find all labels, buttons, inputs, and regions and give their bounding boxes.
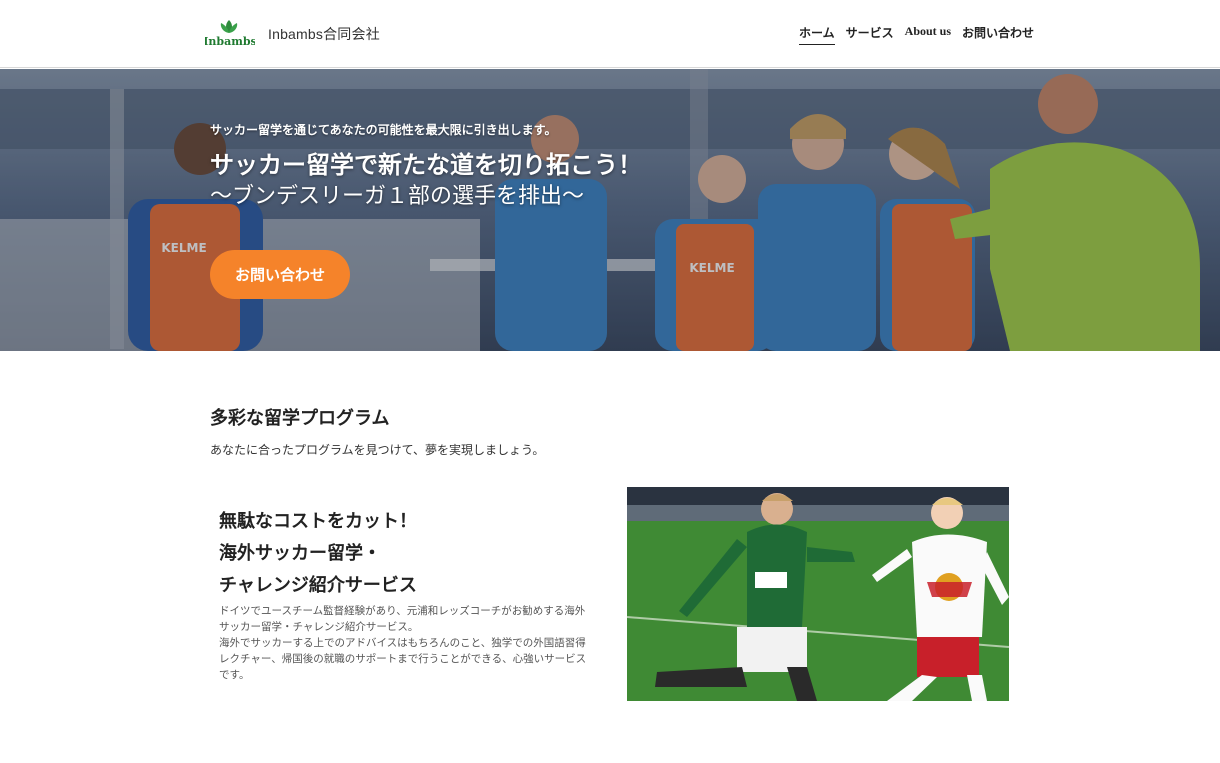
feature-body-line: ドイツでユースチーム監督経験があり、元浦和レッズコーチがお勧めする海外 bbox=[219, 605, 586, 617]
feature-title-line: 無駄なコストをカット！ bbox=[219, 511, 417, 532]
feature-body-line: 海外でサッカーする上でのアドバイスはもちろんのこと、独学での外国語習得 bbox=[219, 637, 586, 649]
hero-overlay bbox=[0, 69, 1220, 351]
site-header: Inbambs Inbambs合同会社 ホーム サービス About us お問… bbox=[0, 0, 1220, 68]
feature-body-line: です。 bbox=[219, 669, 250, 681]
hero-banner: KELME KELME サッカー留学を通じてあなたの可能性を最大限に引き出します… bbox=[0, 69, 1220, 351]
programs-description: あなたに合ったプログラムを見つけて、夢を実現しましょう。 bbox=[210, 443, 545, 457]
feature-body: ドイツでユースチーム監督経験があり、元浦和レッズコーチがお勧めする海外 サッカー… bbox=[219, 603, 604, 683]
hero-title: サッカー留学で新たな道を切り拓こう！ bbox=[210, 151, 642, 179]
feature-title-line: チャレンジ紹介サービス bbox=[219, 575, 417, 596]
hero-title-line2: 〜ブンデスリーガ１部の選手を排出〜 bbox=[210, 184, 585, 209]
feature-body-line: サッカー留学・チャレンジ紹介サービス。 bbox=[219, 621, 419, 633]
contact-cta-button[interactable]: お問い合わせ bbox=[210, 250, 350, 299]
svg-text:Inbambs: Inbambs bbox=[205, 35, 255, 48]
feature-body-line: レクチャー、帰国後の就職のサポートまで行うことができる、心強いサービス bbox=[219, 653, 587, 665]
feature-title: 無駄なコストをカット！ 海外サッカー留学・ チャレンジ紹介サービス bbox=[219, 506, 579, 602]
company-logo[interactable]: Inbambs bbox=[203, 16, 257, 52]
hero-subtitle: サッカー留学を通じてあなたの可能性を最大限に引き出します。 bbox=[210, 123, 557, 137]
programs-title: 多彩な留学プログラム bbox=[210, 408, 390, 429]
nav-about-us[interactable]: About us bbox=[905, 24, 951, 45]
feature-title-line: 海外サッカー留学・ bbox=[219, 543, 381, 564]
nav-contact[interactable]: お問い合わせ bbox=[962, 24, 1034, 45]
feature-image bbox=[627, 487, 1009, 701]
main-nav: ホーム サービス About us お問い合わせ bbox=[799, 24, 1034, 45]
nav-home[interactable]: ホーム bbox=[799, 24, 835, 45]
brand-name[interactable]: Inbambs合同会社 bbox=[268, 24, 380, 44]
nav-services[interactable]: サービス bbox=[846, 24, 894, 45]
